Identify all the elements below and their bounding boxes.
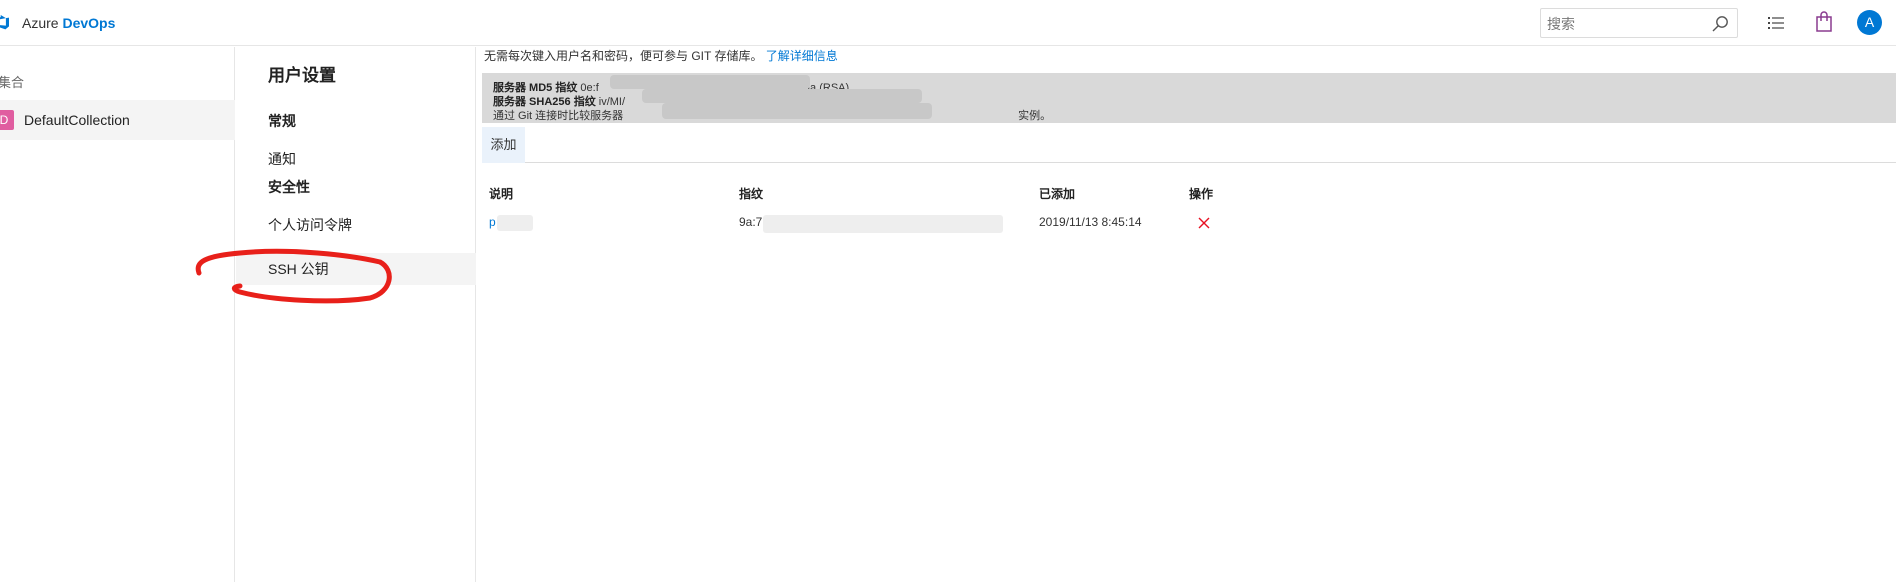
compare-text-start: 通过 Git 连接时比较服务器 [493,110,624,122]
nav-item-ssh-public-keys[interactable]: SSH 公钥 [236,253,476,285]
collection-item[interactable]: D DefaultCollection [0,100,235,140]
redacted-blur [610,75,810,89]
brand-title[interactable]: Azure DevOps [22,15,115,31]
column-header-actions: 操作 [1189,187,1214,201]
brand-devops: DevOps [62,15,116,31]
learn-more-link[interactable]: 了解详细信息 [766,49,838,63]
delete-icon[interactable] [1197,216,1211,230]
ssh-description: 无需每次键入用户名和密码，便可参与 GIT 存储库。 了解详细信息 [484,47,838,64]
key-fingerprint: 9a:7 [739,215,763,229]
search-icon[interactable] [1711,15,1729,33]
search-box[interactable] [1540,8,1738,38]
column-header-fingerprint[interactable]: 指纹 [739,185,763,202]
redacted-blur [642,89,922,103]
page-title: 用户设置 [268,66,336,85]
azure-devops-logo-icon[interactable] [0,14,10,30]
redacted-blur [763,215,1003,233]
collection-name: DefaultCollection [24,112,130,128]
collections-pane: 集合 D DefaultCollection [0,47,235,582]
main-content: 无需每次键入用户名和密码，便可参与 GIT 存储库。 了解详细信息 服务器 MD… [477,47,1896,582]
nav-item-label: SSH 公钥 [268,261,329,277]
nav-item-label: 个人访问令牌 [268,217,352,233]
redacted-blur [662,103,932,119]
add-key-button[interactable]: 添加 [482,127,525,163]
settings-navigation: 用户设置 常规 通知 安全性 个人访问令牌 SSH 公钥 [236,47,476,582]
nav-group-general: 常规 [268,113,296,129]
compare-text-end: 实例。 [1018,110,1052,122]
nav-item-personal-access-tokens[interactable]: 个人访问令牌 [236,207,476,239]
list-icon[interactable] [1766,13,1786,33]
server-fingerprints-box: 服务器 MD5 指纹 0e:f 9:aa (RSA) 服务器 SHA256 指纹 … [482,73,1896,123]
column-header-description[interactable]: 说明 [489,185,513,202]
nav-item-notifications[interactable]: 通知 [236,141,476,173]
shopping-bag-icon[interactable] [1814,11,1834,33]
description-text: 无需每次键入用户名和密码，便可参与 GIT 存储库。 [484,49,763,63]
nav-group-security: 安全性 [268,179,310,195]
collection-badge: D [0,110,14,130]
key-toolbar: 添加 [482,127,1896,163]
column-header-added[interactable]: 已添加 [1039,185,1075,202]
key-description-link[interactable]: p [489,215,496,229]
key-added-date: 2019/11/13 8:45:14 [1039,215,1142,229]
collections-section-label: 集合 [0,75,25,90]
nav-item-label: 通知 [268,151,296,167]
search-input[interactable] [1547,14,1697,34]
user-avatar[interactable]: A [1857,10,1882,35]
brand-azure: Azure [22,15,59,31]
redacted-blur [497,215,533,231]
top-bar: Azure DevOps A [0,0,1896,46]
